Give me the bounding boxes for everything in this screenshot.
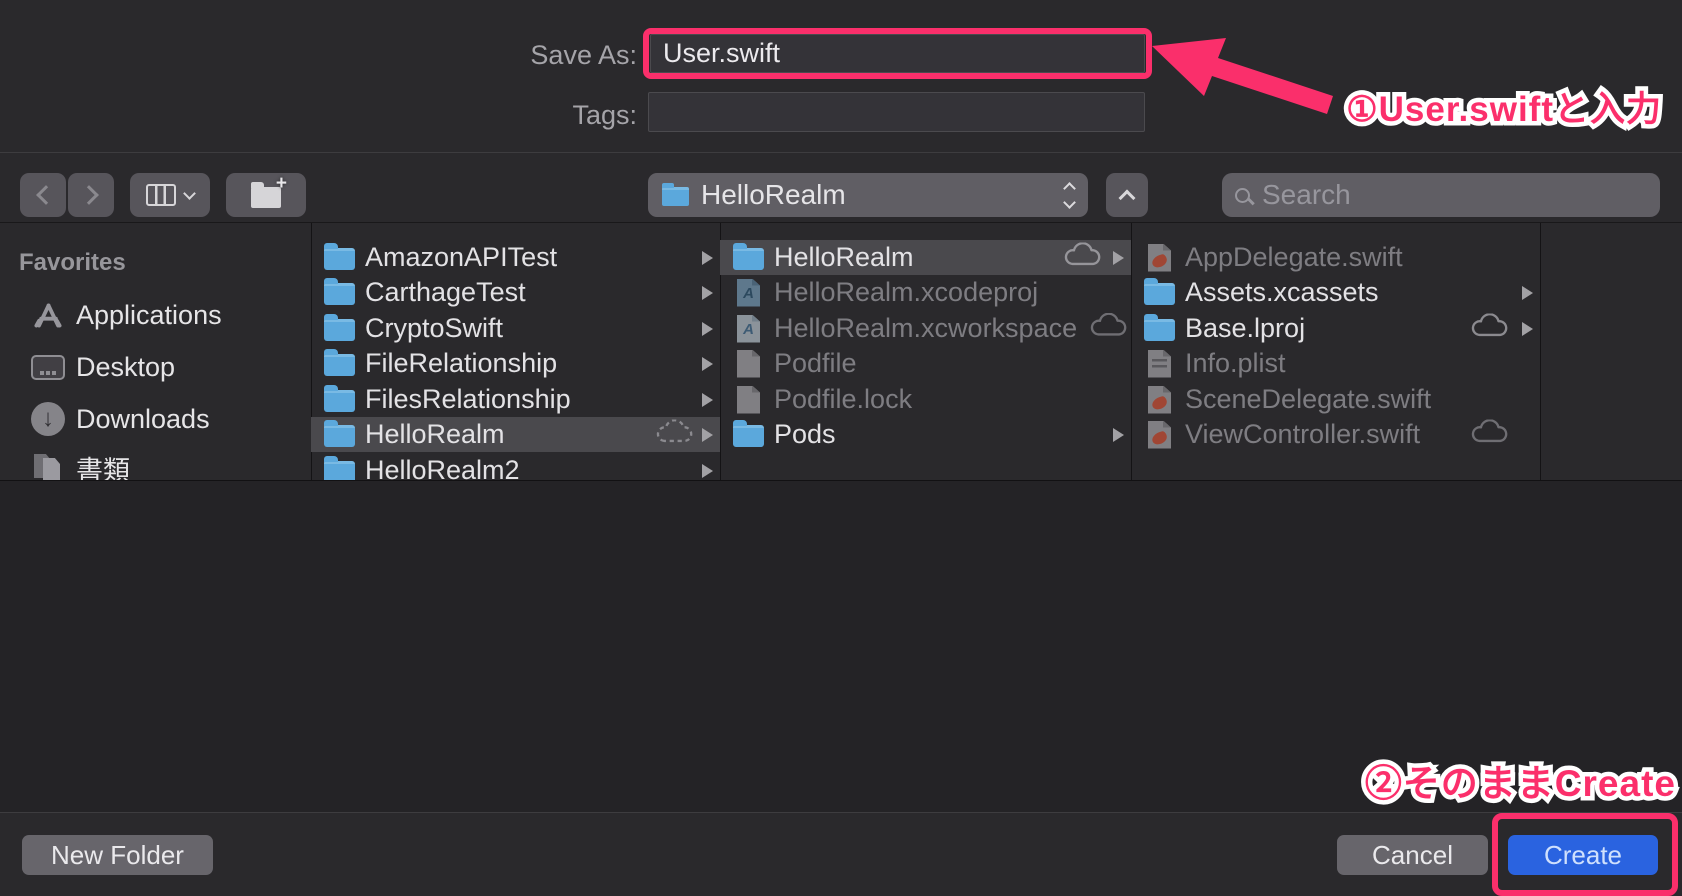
favorites-sidebar: Favorites Applications Desktop ↓ Downloa… <box>0 223 311 480</box>
sidebar-item-desktop[interactable]: Desktop <box>0 347 311 387</box>
file-row-disabled: AppDelegate.swift <box>1131 240 1540 275</box>
location-dropdown-value: HelloRealm <box>701 179 846 210</box>
swift-file-icon <box>1143 243 1176 272</box>
chevron-right-icon <box>702 250 713 265</box>
app-store-a-icon <box>26 297 70 333</box>
file-row-selected[interactable]: HelloRealm <box>311 417 720 452</box>
tags-label: Tags: <box>572 100 637 130</box>
forward-button[interactable] <box>68 173 114 217</box>
file-row-disabled: HelloRealm.xcworkspace <box>720 311 1131 346</box>
folder-icon <box>1143 314 1176 341</box>
cancel-button[interactable]: Cancel <box>1337 835 1488 875</box>
chevron-right-icon <box>702 285 713 300</box>
folder-icon <box>323 385 356 412</box>
file-row[interactable]: CarthageTest <box>311 275 720 310</box>
search-input[interactable] <box>1260 178 1647 212</box>
chevron-right-icon <box>702 356 713 371</box>
column-divider <box>1540 223 1541 480</box>
file-row-disabled: Podfile.lock <box>720 382 1131 417</box>
folder-icon <box>323 456 356 480</box>
sidebar-item-downloads[interactable]: ↓ Downloads <box>0 399 311 439</box>
folder-icon <box>323 278 356 305</box>
file-row-disabled: HelloRealm.xcodeproj <box>720 275 1131 310</box>
file-row[interactable]: Base.lproj <box>1131 311 1540 346</box>
chevron-right-icon <box>702 463 713 478</box>
search-icon <box>1235 187 1250 203</box>
chevron-right-icon <box>702 392 713 407</box>
folder-plus-icon: + <box>251 173 287 208</box>
up-down-chevrons-icon <box>1063 181 1076 209</box>
up-directory-button[interactable] <box>1106 173 1148 217</box>
location-dropdown[interactable]: HelloRealm <box>648 173 1088 217</box>
chevron-left-icon <box>35 185 56 205</box>
plist-file-icon <box>1143 349 1176 378</box>
folder-icon <box>732 243 765 270</box>
cloud-dashed-icon <box>655 418 693 450</box>
folder-icon <box>323 349 356 376</box>
columns-view-icon <box>146 184 176 206</box>
cloud-icon <box>1470 418 1508 450</box>
new-folder-button[interactable]: New Folder <box>22 835 213 875</box>
divider <box>0 480 1682 481</box>
chevron-right-icon <box>702 321 713 336</box>
cloud-icon <box>1089 312 1127 344</box>
folder-icon <box>323 314 356 341</box>
chevron-up-icon <box>1118 189 1136 207</box>
new-folder-toolbar-button[interactable]: + <box>226 173 306 217</box>
favorites-header: Favorites <box>19 249 126 276</box>
save-as-label: Save As: <box>530 40 637 70</box>
file-row[interactable]: FileRelationship <box>311 346 720 381</box>
browser-column-1: AmazonAPITest CarthageTest CryptoSwift F… <box>311 223 720 480</box>
browser-column-2: HelloRealm HelloRealm.xcodeproj HelloRea… <box>720 223 1131 480</box>
chevron-right-icon <box>78 185 99 205</box>
browser-column-3: AppDelegate.swift Assets.xcassets Base.l… <box>1131 223 1540 480</box>
file-row[interactable]: AmazonAPITest <box>311 240 720 275</box>
chevron-right-icon <box>1113 427 1124 442</box>
create-button[interactable]: Create <box>1508 835 1658 875</box>
documents-pages-icon <box>26 452 70 480</box>
desktop-monitor-icon <box>26 354 70 380</box>
chevron-right-icon <box>702 427 713 442</box>
blue-folder-icon <box>662 183 689 206</box>
document-icon <box>732 385 765 414</box>
document-icon <box>732 349 765 378</box>
downloads-circle-arrow-icon: ↓ <box>26 402 70 436</box>
file-row[interactable]: FilesRelationship <box>311 382 720 417</box>
file-row[interactable]: Assets.xcassets <box>1131 275 1540 310</box>
folder-icon <box>732 420 765 447</box>
tags-input[interactable] <box>648 92 1145 132</box>
xcworkspace-file-icon <box>732 314 765 343</box>
view-mode-button[interactable] <box>130 173 210 217</box>
swift-file-icon <box>1143 385 1176 414</box>
file-row-disabled: Podfile <box>720 346 1131 381</box>
back-button[interactable] <box>20 173 66 217</box>
folder-icon <box>1143 278 1176 305</box>
chevron-down-icon <box>183 186 196 200</box>
folder-icon <box>323 420 356 447</box>
swift-file-icon <box>1143 420 1176 449</box>
divider <box>0 152 1682 153</box>
chevron-right-icon <box>1522 285 1533 300</box>
search-field[interactable] <box>1222 173 1660 217</box>
file-row[interactable]: Pods <box>720 417 1131 452</box>
save-dialog-window: Save As: Tags: + HelloRealm Favorites Ap… <box>0 0 1682 896</box>
divider <box>0 812 1682 813</box>
xcodeproj-file-icon <box>732 278 765 307</box>
chevron-right-icon <box>1522 321 1533 336</box>
file-row[interactable]: CryptoSwift <box>311 311 720 346</box>
file-row-selected[interactable]: HelloRealm <box>720 240 1131 275</box>
file-row-disabled: ViewController.swift <box>1131 417 1540 452</box>
chevron-right-icon <box>1113 250 1124 265</box>
sidebar-item-documents[interactable]: 書類 <box>0 448 311 481</box>
cloud-icon <box>1470 312 1508 344</box>
file-row[interactable]: HelloRealm2 <box>311 453 720 480</box>
sidebar-item-applications[interactable]: Applications <box>0 295 311 335</box>
cloud-icon <box>1063 241 1101 273</box>
file-row-disabled: Info.plist <box>1131 346 1540 381</box>
annotation-step1: ①User.swiftと入力 <box>1346 81 1662 132</box>
filename-input[interactable] <box>650 34 1145 73</box>
folder-icon <box>323 243 356 270</box>
file-row-disabled: SceneDelegate.swift <box>1131 382 1540 417</box>
annotation-step2: ②そのままCreate <box>1365 753 1676 807</box>
